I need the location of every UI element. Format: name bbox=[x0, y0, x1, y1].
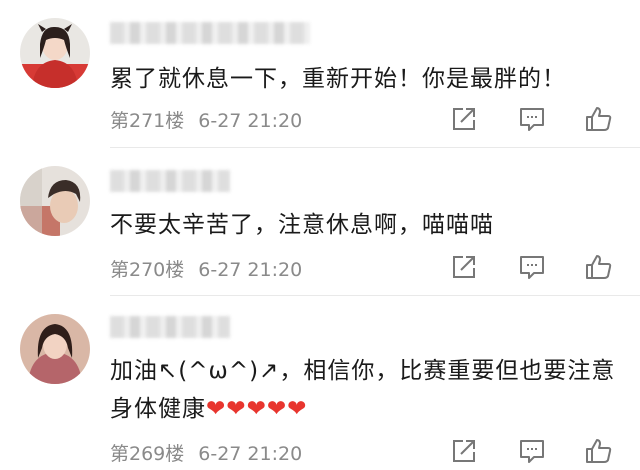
share-icon bbox=[453, 440, 475, 462]
timestamp: 6-27 21:20 bbox=[198, 259, 303, 281]
username-blurred[interactable] bbox=[110, 22, 310, 44]
heart-icon: ❤ bbox=[287, 396, 308, 422]
comment-item: 不要太辛苦了，注意休息啊，喵喵喵 第270楼 6-27 21:20 bbox=[0, 148, 640, 296]
heart-icon: ❤ bbox=[266, 396, 288, 422]
comment-text: 加油↖(^ω^)↗，相信你，比赛重要但也要注意身体健康❤❤❤❤❤ bbox=[110, 358, 616, 422]
reply-button[interactable] bbox=[517, 252, 547, 282]
timestamp: 6-27 21:20 bbox=[198, 110, 303, 132]
reply-icon bbox=[520, 108, 544, 131]
timestamp: 6-27 21:20 bbox=[198, 443, 303, 465]
share-button[interactable] bbox=[449, 436, 479, 466]
comment-item: 累了就休息一下，重新开始！你是最胖的！ 第271楼 6-27 21:20 bbox=[0, 0, 640, 148]
share-icon bbox=[453, 108, 475, 130]
like-button[interactable] bbox=[584, 252, 614, 282]
comment-meta: 第270楼 6-27 21:20 bbox=[110, 255, 302, 282]
share-icon bbox=[453, 256, 475, 278]
comment-meta: 第269楼 6-27 21:20 bbox=[110, 439, 302, 466]
floor-label: 第271楼 bbox=[110, 110, 185, 132]
avatar[interactable] bbox=[20, 18, 90, 88]
floor-label: 第270楼 bbox=[110, 259, 185, 281]
share-button[interactable] bbox=[449, 252, 479, 282]
avatar[interactable] bbox=[20, 314, 90, 384]
share-button[interactable] bbox=[449, 104, 479, 134]
like-icon bbox=[586, 439, 612, 463]
like-button[interactable] bbox=[584, 436, 614, 466]
heart-icon: ❤ bbox=[206, 396, 227, 422]
reply-icon bbox=[520, 256, 544, 279]
comment-text: 累了就休息一下，重新开始！你是最胖的！ bbox=[110, 66, 566, 92]
comment-item: 加油↖(^ω^)↗，相信你，比赛重要但也要注意身体健康❤❤❤❤❤ 第269楼 6-… bbox=[0, 296, 640, 469]
reply-icon bbox=[520, 440, 544, 463]
floor-label: 第269楼 bbox=[110, 443, 185, 465]
reply-button[interactable] bbox=[517, 436, 547, 466]
avatar[interactable] bbox=[20, 166, 90, 236]
like-button[interactable] bbox=[584, 104, 614, 134]
username-blurred[interactable] bbox=[110, 170, 230, 192]
reply-button[interactable] bbox=[517, 104, 547, 134]
comment-meta: 第271楼 6-27 21:20 bbox=[110, 106, 302, 133]
like-icon bbox=[586, 255, 612, 279]
like-icon bbox=[586, 107, 612, 131]
username-blurred[interactable] bbox=[110, 316, 230, 338]
heart-icon: ❤ bbox=[226, 396, 247, 422]
comment-text: 不要太辛苦了，注意休息啊，喵喵喵 bbox=[110, 212, 494, 238]
heart-icon: ❤ bbox=[246, 396, 267, 422]
